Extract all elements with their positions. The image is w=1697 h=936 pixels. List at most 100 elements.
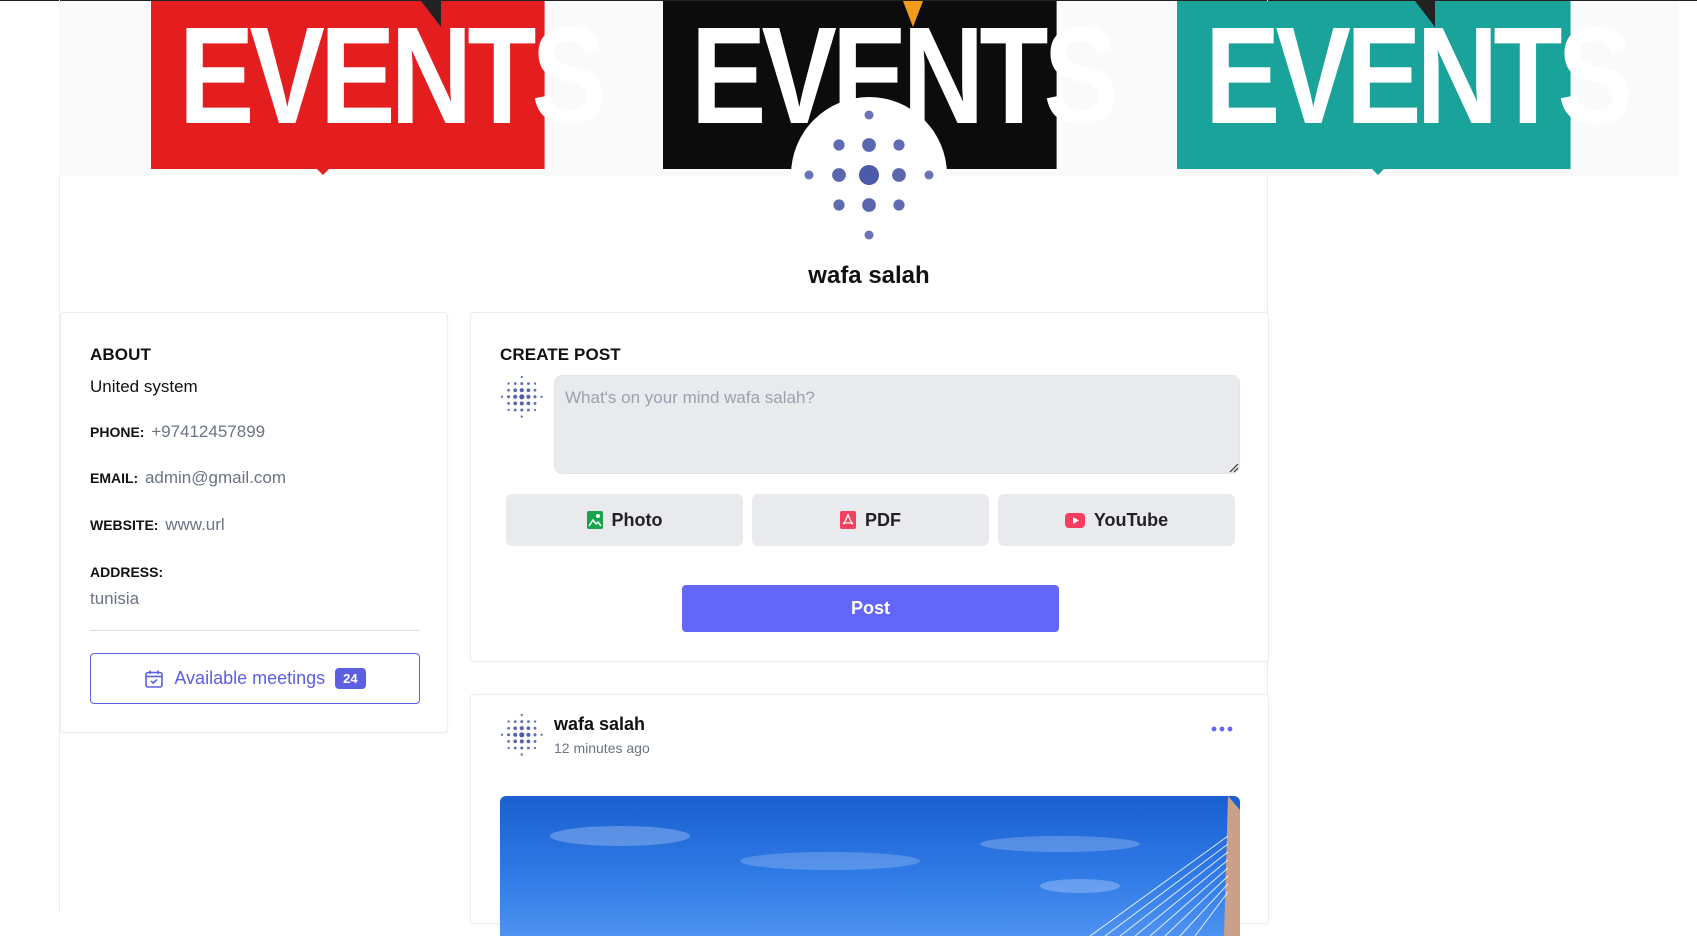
meetings-count-badge: 24 <box>335 668 366 689</box>
avatar-dot <box>832 168 846 182</box>
avatar-dot <box>507 388 510 392</box>
avatar-dot <box>520 746 524 750</box>
avatar-dot <box>513 408 517 412</box>
avatar-dot <box>513 401 518 406</box>
phone-row: PHONE: +97412457899 <box>90 422 265 442</box>
avatar-dot <box>513 388 518 393</box>
image-icon <box>586 511 603 529</box>
resize-grip-icon[interactable] <box>1229 463 1239 473</box>
photo-button[interactable]: Photo <box>506 494 743 546</box>
more-options-icon[interactable] <box>1209 721 1235 737</box>
avatar-dot <box>519 401 524 406</box>
avatar-dot <box>513 739 518 744</box>
about-description: United system <box>90 377 198 396</box>
avatar-dot <box>862 198 876 212</box>
address-label: ADDRESS: <box>90 564 164 580</box>
phone-value[interactable]: +97412457899 <box>151 422 265 441</box>
avatar-dot <box>520 713 523 717</box>
avatar-dot <box>833 139 845 151</box>
available-meetings-label: Available meetings <box>174 668 326 688</box>
avatar-dot <box>533 401 537 405</box>
avatar-dot <box>526 746 530 750</box>
avatar-dot <box>520 382 524 386</box>
avatar-dot <box>540 733 543 736</box>
avatar-dot <box>519 394 525 400</box>
avatar-dot <box>507 382 510 385</box>
profile-avatar[interactable] <box>794 100 944 250</box>
avatar-dot <box>533 733 537 737</box>
avatar-dot <box>862 138 876 152</box>
website-row: WEBSITE: www.url <box>90 515 225 535</box>
avatar-dot <box>864 110 874 120</box>
website-label: WEBSITE: <box>90 517 159 533</box>
avatar-dot <box>513 394 518 399</box>
avatar-dot <box>507 402 510 405</box>
avatar-dot <box>500 395 504 398</box>
post-card: wafa salah 12 minutes ago <box>470 694 1269 936</box>
avatar-dot <box>507 408 510 412</box>
address-value: tunisia <box>90 589 140 608</box>
avatar-dot <box>527 382 530 385</box>
avatar-dot <box>533 395 537 399</box>
avatar-dot <box>526 408 530 412</box>
email-value[interactable]: admin@gmail.com <box>145 468 286 487</box>
avatar-dot <box>526 726 531 731</box>
avatar-dot <box>527 720 530 723</box>
create-post-card: CREATE POST Photo PDF YouTube Post <box>470 312 1269 662</box>
avatar-dot <box>533 726 537 730</box>
email-label: EMAIL: <box>90 470 139 486</box>
avatar-dot <box>533 382 537 385</box>
avatar-dot <box>804 170 814 180</box>
avatar-dot <box>519 732 525 738</box>
youtube-label: YouTube <box>1093 509 1169 530</box>
avatar-dot <box>507 726 510 730</box>
pdf-label: PDF <box>865 509 901 530</box>
post-submit-button[interactable]: Post <box>682 585 1059 632</box>
avatar-dot <box>526 401 531 406</box>
about-heading: ABOUT <box>90 345 151 364</box>
banner-speech-tail <box>1364 161 1392 175</box>
avatar-dot <box>520 375 523 379</box>
avatar-dot <box>864 230 874 240</box>
user-avatar-icon <box>500 375 543 418</box>
avatar-dot <box>507 395 511 399</box>
avatar-dot <box>520 720 524 724</box>
bridge-photo <box>550 796 1240 936</box>
avatar-dot <box>500 733 504 736</box>
avatar-dot <box>533 720 537 723</box>
website-value[interactable]: www.url <box>165 515 225 534</box>
avatar-dot <box>833 199 845 211</box>
pdf-icon <box>840 511 856 529</box>
avatar-dot <box>507 746 510 750</box>
avatar-dot <box>859 165 879 185</box>
email-row: EMAIL: admin@gmail.com <box>90 468 286 488</box>
author-avatar-icon[interactable] <box>500 713 544 757</box>
banner-word-red: EVENTS <box>151 1 607 169</box>
calendar-icon <box>145 670 164 688</box>
avatar-dot <box>513 726 518 731</box>
avatar-dot <box>533 388 537 392</box>
phone-label: PHONE: <box>90 424 145 440</box>
post-image[interactable] <box>500 796 1240 936</box>
avatar-dot <box>540 395 543 398</box>
avatar-dot <box>526 388 531 393</box>
about-card: ABOUT United system PHONE: +97412457899 … <box>60 312 448 733</box>
avatar-dot <box>513 382 517 385</box>
avatar-dot <box>526 394 531 399</box>
pdf-button[interactable]: PDF <box>752 494 989 546</box>
banner-speech-tail <box>309 161 337 175</box>
youtube-button[interactable]: YouTube <box>998 494 1235 546</box>
available-meetings-button[interactable]: Available meetings 24 <box>90 653 420 704</box>
post-author[interactable]: wafa salah <box>554 714 645 735</box>
avatar-dot <box>513 720 517 723</box>
profile-name: wafa salah <box>808 262 930 289</box>
photo-label: Photo <box>611 509 663 530</box>
avatar-dot <box>513 746 517 750</box>
avatar-dot <box>520 408 524 412</box>
avatar-dot <box>520 753 523 756</box>
avatar-dot <box>533 408 537 412</box>
avatar-dot <box>520 415 523 418</box>
dotted-circle-avatar-icon <box>804 110 934 240</box>
post-text-input[interactable] <box>554 375 1240 474</box>
avatar-dot <box>507 733 511 737</box>
